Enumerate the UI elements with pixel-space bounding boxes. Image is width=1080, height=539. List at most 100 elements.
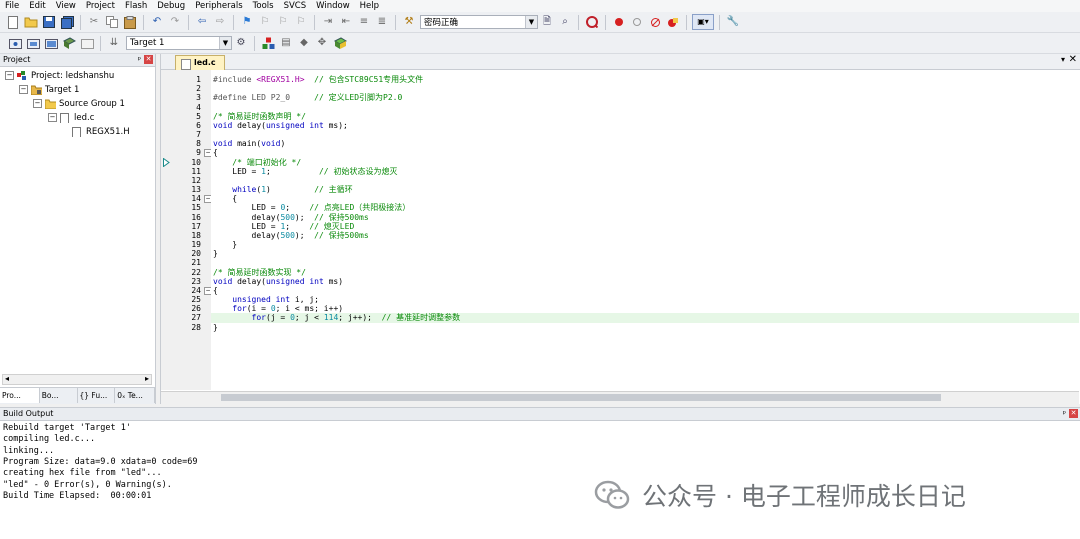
manage-project-items-icon[interactable] [260, 35, 276, 51]
menu-view[interactable]: View [51, 0, 81, 12]
editor-horizontal-scrollbar[interactable] [161, 391, 1079, 404]
uncomment-icon[interactable]: ≣ [374, 14, 390, 30]
tab-functions[interactable]: {} Fu... [78, 388, 116, 403]
code-area[interactable]: #include <REGX51.H> // 包含STC89C51专用头文件 #d… [211, 70, 1079, 390]
unindent-icon[interactable]: ⇤ [338, 14, 354, 30]
menu-peripherals[interactable]: Peripherals [190, 0, 247, 12]
scroll-right-icon[interactable]: ▸ [145, 374, 149, 383]
code-line: void delay(unsigned int ms) [213, 277, 343, 286]
scroll-left-icon[interactable]: ◂ [5, 374, 9, 383]
chevron-down-icon[interactable]: ▾ [1061, 55, 1065, 64]
comment-icon[interactable]: ≡ [356, 14, 372, 30]
pack-installer-icon[interactable]: ▤ [278, 35, 294, 51]
menu-window[interactable]: Window [311, 0, 355, 12]
menu-svcs[interactable]: SVCS [279, 0, 312, 12]
build-icon[interactable] [25, 35, 41, 51]
rebuild-icon[interactable] [43, 35, 59, 51]
translate-icon[interactable] [7, 35, 23, 51]
tree-item-target[interactable]: − Target 1 [19, 83, 79, 96]
stop-build-icon[interactable] [79, 35, 95, 51]
bookmark-icon[interactable]: ⚑ [239, 14, 255, 30]
menu-project[interactable]: Project [81, 0, 120, 12]
toolbar-separator [605, 14, 606, 30]
nav-forward-icon[interactable]: ⇨ [212, 14, 228, 30]
find-combo[interactable]: 密码正确 ▼ [420, 15, 538, 29]
breakpoint-icon[interactable] [611, 14, 627, 30]
configure-icon[interactable]: 🔧 [725, 14, 741, 30]
toolbar-separator [233, 14, 234, 30]
nav-back-icon[interactable]: ⇦ [194, 14, 210, 30]
cut-icon[interactable]: ✂ [86, 14, 102, 30]
code-line: } [213, 240, 237, 249]
save-all-icon[interactable] [59, 14, 75, 30]
copy-icon[interactable] [104, 14, 120, 30]
menu-debug[interactable]: Debug [152, 0, 190, 12]
clear-bookmarks-icon[interactable]: ⚐ [293, 14, 309, 30]
tree-item-label: Source Group 1 [59, 98, 125, 109]
menu-file[interactable]: File [0, 0, 24, 12]
menu-edit[interactable]: Edit [24, 0, 50, 12]
code-line: /* 端口初始化 */ [213, 158, 301, 167]
project-horizontal-scrollbar[interactable]: ◂ ▸ [2, 374, 152, 385]
target-options-icon[interactable]: ⚙ [233, 35, 249, 51]
menu-help[interactable]: Help [355, 0, 384, 12]
chevron-down-icon[interactable]: ▼ [219, 37, 231, 49]
open-folder-icon[interactable] [23, 14, 39, 30]
tab-project[interactable]: Pro... [0, 388, 40, 403]
tree-item-project[interactable]: − Project: ledshanshu [5, 69, 114, 82]
tree-item-header-file[interactable]: REGX51.H [72, 125, 130, 138]
close-icon[interactable]: ✕ [1069, 409, 1078, 418]
find-in-files-icon[interactable]: ⚒ [401, 14, 417, 30]
toolbar-separator [578, 14, 579, 30]
tab-books[interactable]: Bo... [40, 388, 78, 403]
line-number: 6 [196, 120, 201, 130]
toolbar-separator [314, 14, 315, 30]
redo-icon[interactable]: ↷ [167, 14, 183, 30]
incremental-find-icon[interactable]: ⌕ [557, 14, 573, 30]
software-packs-icon[interactable] [332, 35, 348, 51]
menu-flash[interactable]: Flash [120, 0, 152, 12]
code-token: <REGX51.H> [256, 75, 305, 84]
kill-breakpoints-icon[interactable] [665, 14, 681, 30]
tree-item-file[interactable]: − led.c [48, 111, 94, 124]
pin-icon[interactable]: ᵖ [1063, 408, 1066, 420]
tree-item-source-group[interactable]: − Source Group 1 [33, 97, 125, 110]
code-line: } [213, 323, 218, 332]
close-icon[interactable]: ✕ [144, 55, 153, 64]
close-icon[interactable]: ✕ [1069, 54, 1077, 65]
code-token: LED = [213, 203, 281, 213]
new-file-icon[interactable] [5, 14, 21, 30]
menu-tools[interactable]: Tools [248, 0, 279, 12]
tab-templates[interactable]: 0ₓ Te... [115, 388, 155, 403]
pin-icon[interactable]: ᵖ [138, 54, 141, 66]
line-number: 19 [191, 240, 201, 250]
debug-start-icon[interactable] [584, 14, 600, 30]
save-icon[interactable] [41, 14, 57, 30]
undo-icon[interactable]: ↶ [149, 14, 165, 30]
code-token: // 主循环 [270, 185, 353, 195]
collapse-icon[interactable]: − [33, 99, 42, 108]
indent-icon[interactable]: ⇥ [320, 14, 336, 30]
output-line: Build Time Elapsed: 00:00:01 [3, 490, 152, 501]
prev-bookmark-icon[interactable]: ⚐ [257, 14, 273, 30]
code-token: ms) [323, 276, 344, 286]
next-bookmark-icon[interactable]: ⚐ [275, 14, 291, 30]
breakpoint-disabled-icon[interactable] [629, 14, 645, 30]
collapse-icon[interactable]: − [19, 85, 28, 94]
chevron-down-icon[interactable]: ▼ [525, 16, 537, 28]
target-combo[interactable]: Target 1 ▼ [126, 36, 232, 50]
disable-all-breakpoints-icon[interactable] [647, 14, 663, 30]
find-icon[interactable]: 🗎 [539, 14, 555, 30]
manage-rte-icon[interactable]: ✥ [314, 35, 330, 51]
collapse-icon[interactable]: − [48, 113, 57, 122]
code-token: unsigned int [232, 295, 291, 305]
paste-icon[interactable] [122, 14, 138, 30]
window-layout-icon[interactable]: ▣▾ [692, 14, 714, 30]
collapse-icon[interactable]: − [5, 71, 14, 80]
scrollbar-thumb[interactable] [221, 394, 941, 401]
batch-build-icon[interactable] [61, 35, 77, 51]
code-token: } [213, 240, 238, 250]
select-packs-icon[interactable]: ◆ [296, 35, 312, 51]
download-icon[interactable]: ⇊ [106, 35, 122, 51]
tab-led-c[interactable]: led.c [175, 55, 225, 70]
